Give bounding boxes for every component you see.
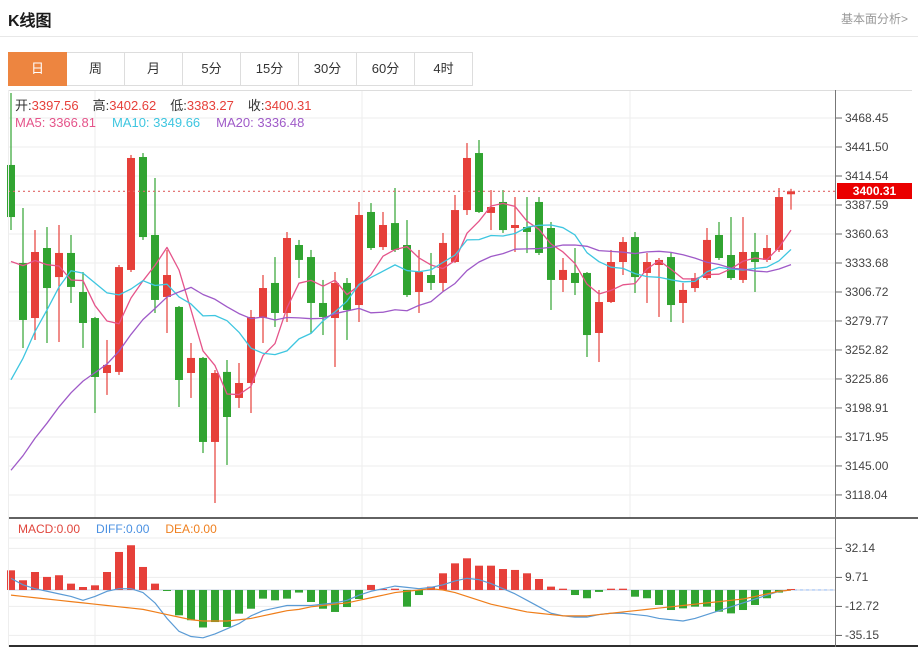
ma-readout: MA5: 3366.81 MA10: 3349.66 MA20: 3336.48 xyxy=(15,115,304,130)
open-value: 3397.56 xyxy=(32,98,79,113)
tab-day[interactable]: 日 xyxy=(8,52,67,86)
price-axis-tick: 3387.59 xyxy=(845,198,915,212)
page-title: K线图 xyxy=(8,7,52,31)
tab-4hour[interactable]: 4时 xyxy=(414,52,473,86)
tab-60min[interactable]: 60分 xyxy=(356,52,415,86)
price-axis-tick: 3145.00 xyxy=(845,459,915,473)
tab-5min[interactable]: 5分 xyxy=(182,52,241,86)
diff-label: DIFF: xyxy=(96,522,126,536)
period-tab-bar: 日周月5分15分30分60分4时 xyxy=(8,52,473,86)
high-value: 3402.62 xyxy=(109,98,156,113)
price-axis-tick: 3468.45 xyxy=(845,111,915,125)
kline-chart-canvas[interactable] xyxy=(0,90,918,649)
fundamental-analysis-link[interactable]: 基本面分析> xyxy=(841,10,908,27)
price-axis-tick: 3333.68 xyxy=(845,256,915,270)
diff-value: 0.00 xyxy=(126,522,149,536)
price-axis-tick: 3441.50 xyxy=(845,140,915,154)
macd-axis-tick: -12.72 xyxy=(845,599,915,613)
close-value: 3400.31 xyxy=(265,98,312,113)
price-axis-tick: 3279.77 xyxy=(845,314,915,328)
macd-axis-tick: -35.15 xyxy=(845,628,915,642)
price-axis-tick: 3225.86 xyxy=(845,372,915,386)
price-axis-tick: 3306.72 xyxy=(845,285,915,299)
macd-readout: MACD:0.00DIFF:0.00DEA:0.00 xyxy=(18,522,217,536)
ohlc-readout: 开:3397.56 高:3402.62 低:3383.27 收:3400.31 xyxy=(15,95,326,114)
macd-axis-tick: 32.14 xyxy=(845,541,915,555)
tab-week[interactable]: 周 xyxy=(66,52,125,86)
low-value: 3383.27 xyxy=(187,98,234,113)
macd-axis-tick: 9.71 xyxy=(845,570,915,584)
macd-value: 0.00 xyxy=(57,522,80,536)
ma5-label: MA5: xyxy=(15,115,45,130)
low-label: 低: xyxy=(170,98,187,113)
close-label: 收: xyxy=(248,98,265,113)
tab-15min[interactable]: 15分 xyxy=(240,52,299,86)
title-divider xyxy=(0,36,918,37)
price-axis-tick: 3198.91 xyxy=(845,401,915,415)
ma10-value: 3349.66 xyxy=(153,115,200,130)
tab-month[interactable]: 月 xyxy=(124,52,183,86)
tab-30min[interactable]: 30分 xyxy=(298,52,357,86)
dea-value: 0.00 xyxy=(193,522,216,536)
ma10-label: MA10: xyxy=(112,115,150,130)
macd-label: MACD: xyxy=(18,522,57,536)
ma5-value: 3366.81 xyxy=(49,115,96,130)
open-label: 开: xyxy=(15,98,32,113)
high-label: 高: xyxy=(93,98,110,113)
price-axis-tick: 3360.63 xyxy=(845,227,915,241)
price-axis-tick: 3171.95 xyxy=(845,430,915,444)
price-axis-tick: 3118.04 xyxy=(845,488,915,502)
current-price-tag: 3400.31 xyxy=(837,183,912,199)
dea-label: DEA: xyxy=(165,522,193,536)
price-axis-tick: 3414.54 xyxy=(845,169,915,183)
price-axis-tick: 3252.82 xyxy=(845,343,915,357)
ma20-label: MA20: xyxy=(216,115,254,130)
ma20-value: 3336.48 xyxy=(257,115,304,130)
